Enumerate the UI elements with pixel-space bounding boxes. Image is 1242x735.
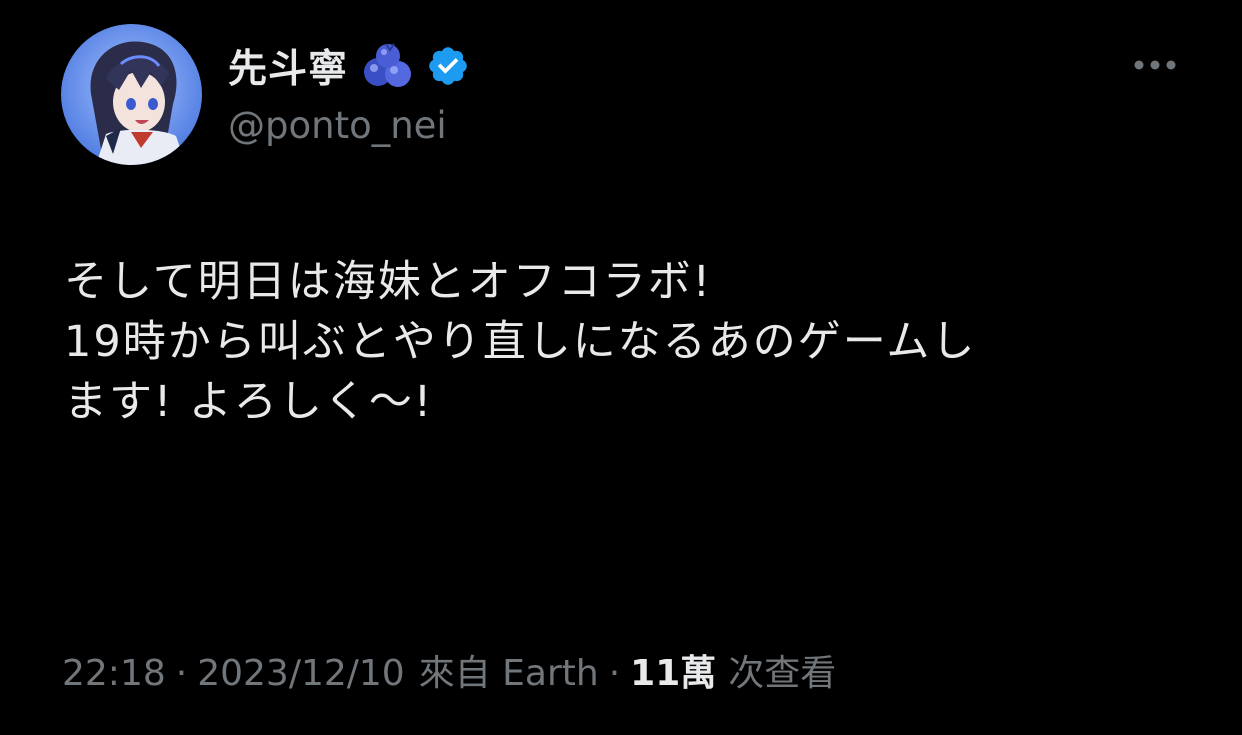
avatar[interactable] bbox=[61, 24, 202, 165]
tweet-text: そして明日は海妹とオフコラボ! 19時から叫ぶとやり直しになるあのゲームし ます… bbox=[64, 252, 1174, 432]
tweet-source: 來自 Earth bbox=[418, 653, 599, 694]
more-horizontal-icon bbox=[1134, 60, 1176, 70]
tweet-time[interactable]: 22:18 bbox=[62, 653, 166, 694]
tweet-text-line: そして明日は海妹とオフコラボ! bbox=[64, 257, 712, 307]
more-options-button[interactable] bbox=[1122, 46, 1188, 84]
author-name-row: 先斗寧 bbox=[228, 38, 470, 94]
views-label: 次查看 bbox=[728, 653, 837, 694]
tweet-date[interactable]: 2023/12/10 bbox=[197, 653, 405, 694]
tweet-text-line: ます! よろしく〜! bbox=[64, 377, 434, 427]
tweet-meta: 22:18 · 2023/12/10 來自 Earth · 11萬 次查看 bbox=[62, 644, 836, 696]
tweet-text-line: 19時から叫ぶとやり直しになるあのゲームし bbox=[64, 317, 977, 367]
tweet-detail: 先斗寧 @ponto_nei そして明日は海妹とオフコラボ! 19時から叫ぶとや… bbox=[0, 0, 1242, 735]
views-count[interactable]: 11萬 bbox=[630, 644, 716, 696]
blueberries-icon bbox=[358, 40, 418, 92]
meta-separator: · bbox=[608, 653, 621, 694]
avatar-image bbox=[61, 24, 202, 165]
verified-badge-icon[interactable] bbox=[426, 44, 470, 88]
display-name[interactable]: 先斗寧 bbox=[228, 38, 348, 94]
author-handle[interactable]: @ponto_nei bbox=[228, 104, 447, 147]
meta-separator: · bbox=[175, 653, 188, 694]
